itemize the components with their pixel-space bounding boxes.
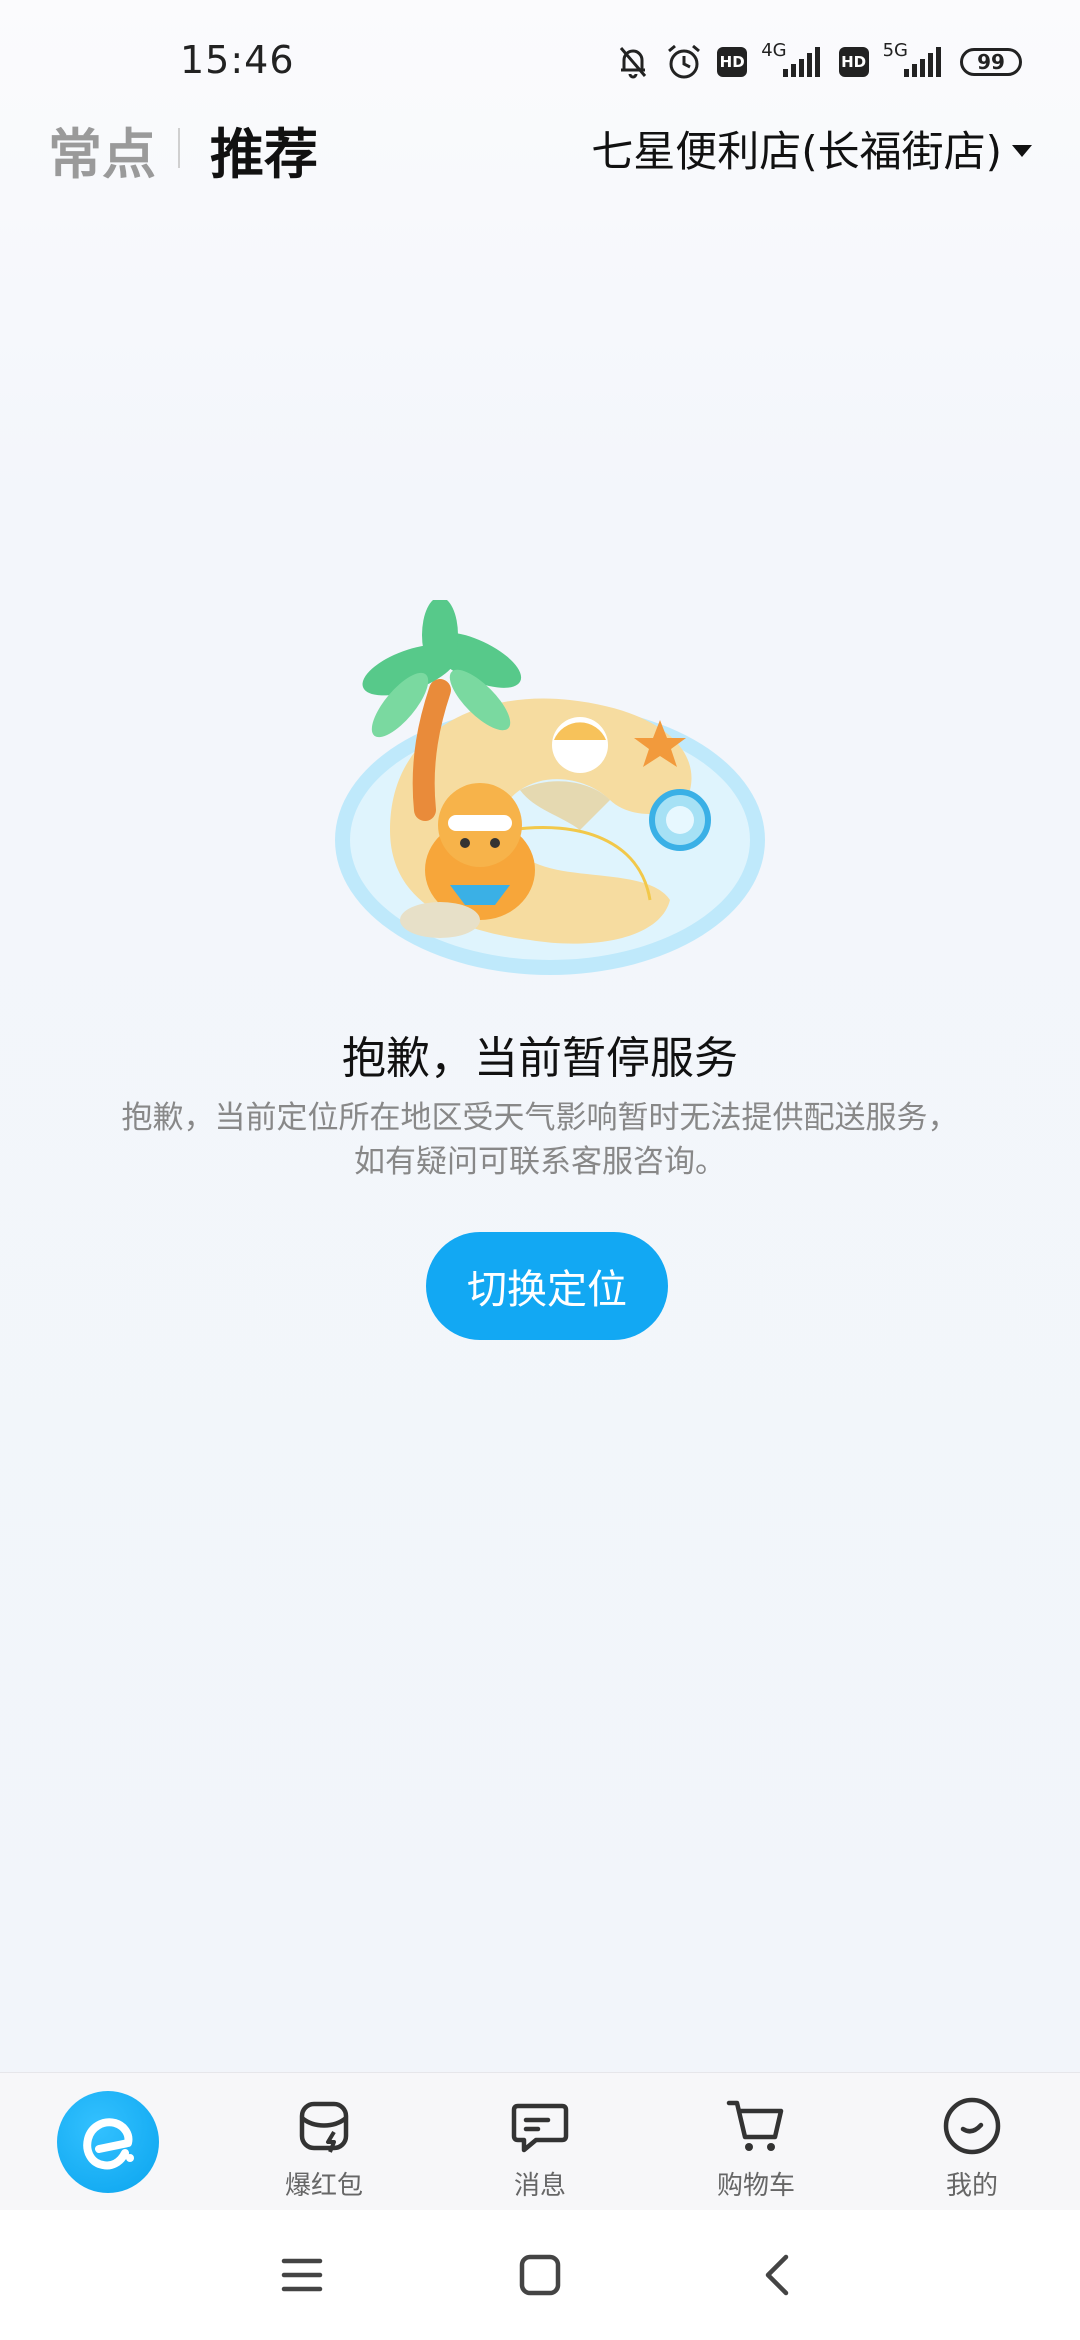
- eleme-logo-icon[interactable]: [57, 2091, 159, 2193]
- status-time: 15:46: [180, 38, 295, 82]
- nav-item-messages[interactable]: 消息: [432, 2073, 648, 2211]
- store-selector[interactable]: 七星便利店(长福街店): [591, 118, 1032, 179]
- nav-item-red-packet[interactable]: 爆红包: [216, 2073, 432, 2211]
- status-bar: 15:46 HD 4G HD 5G 99: [0, 0, 1080, 120]
- hd-icon: HD: [717, 47, 748, 77]
- message-icon: [507, 2093, 573, 2159]
- tab-recommend[interactable]: 推荐: [210, 110, 318, 189]
- status-icons: HD 4G HD 5G 99: [615, 40, 1022, 84]
- nav-label: 购物车: [716, 2171, 795, 2201]
- alarm-icon: [665, 43, 703, 81]
- red-packet-icon: [291, 2093, 357, 2159]
- top-header: 常点 推荐 七星便利店(长福街店): [0, 110, 1080, 186]
- nav-label: 爆红包: [284, 2171, 363, 2201]
- nav-item-profile[interactable]: 我的: [864, 2073, 1080, 2211]
- hd-icon: HD: [838, 47, 869, 77]
- cart-icon: [723, 2093, 789, 2159]
- switch-location-button[interactable]: 切换定位: [426, 1232, 668, 1340]
- menu-icon[interactable]: [272, 2245, 332, 2305]
- signal-4g-icon: 4G: [761, 40, 824, 79]
- tab-divider: [178, 128, 180, 168]
- system-nav-bar: [0, 2210, 1080, 2340]
- back-icon[interactable]: [748, 2245, 808, 2305]
- profile-icon: [939, 2093, 1005, 2159]
- beach-illustration: [330, 597, 770, 990]
- error-description: 抱歉，当前定位所在地区受天气影响暂时无法提供配送服务，如有疑问可联系客服咨询。: [121, 1100, 959, 1180]
- bottom-nav: 爆红包 消息 购物车 我的: [0, 2072, 1080, 2210]
- error-title: 抱歉，当前暂停服务: [342, 1033, 738, 1084]
- nav-label: 消息: [513, 2171, 566, 2201]
- home-square-icon[interactable]: [510, 2245, 570, 2305]
- signal-5g-icon: 5G: [883, 40, 946, 79]
- mute-bell-icon: [615, 44, 651, 80]
- nav-item-cart[interactable]: 购物车: [648, 2073, 864, 2211]
- nav-label: 我的: [945, 2171, 998, 2201]
- caret-down-icon: [1012, 144, 1032, 157]
- store-name: 七星便利店(长福街店): [591, 127, 1002, 176]
- battery-icon: 99: [960, 48, 1022, 76]
- tab-common[interactable]: 常点: [48, 110, 156, 189]
